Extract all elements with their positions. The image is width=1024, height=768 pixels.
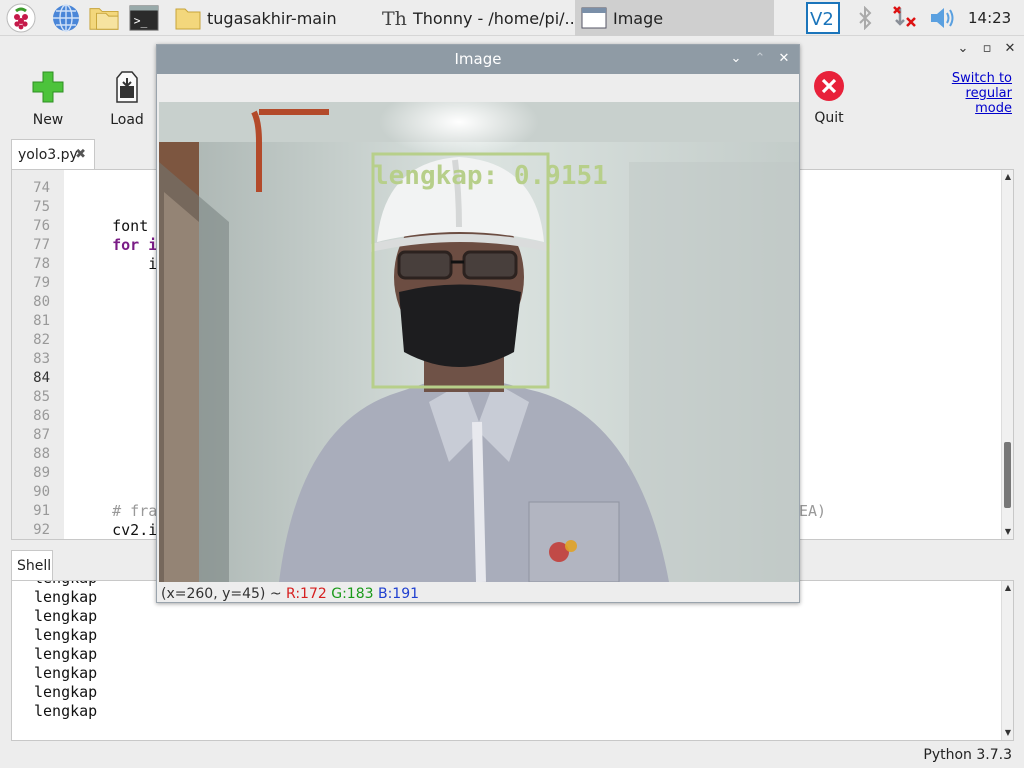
tab-shell[interactable]: Shell [11,550,53,580]
taskbar: >_ tugasakhir-main Th Thonny - /home/pi/… [0,0,1024,36]
shell-line: lengkap [34,683,98,701]
line-gutter: 74 75 76 77 78 79 80 81 82 83 84 85 86 87 88 89 90 91 92 [12,170,64,539]
raspberry-menu-icon[interactable] [6,3,36,33]
scroll-up-icon[interactable]: ▲ [1003,172,1013,182]
line-number: 76 [33,218,50,234]
quit-button[interactable]: Quit [794,70,864,126]
network-disconnected-icon[interactable] [891,3,919,33]
clock: 14:23 [968,9,1012,27]
tab-label: Shell [17,558,52,574]
line-number: 78 [33,256,50,272]
line-number: 82 [33,332,50,348]
shell-line: lengkap [34,645,98,663]
load-label: Load [110,112,144,128]
line-number: 77 [33,237,50,253]
line-number: 87 [33,427,50,443]
comment-tail: EA) [799,502,827,520]
task-label: Image [613,8,664,28]
pixel-b: B:191 [377,586,420,602]
close-tab-icon[interactable]: ✖ [75,147,86,162]
svg-text:Th: Th [382,8,407,30]
line-number: 88 [33,446,50,462]
line-number: 92 [33,522,50,538]
scroll-down-icon[interactable]: ▼ [1003,527,1013,537]
line-number: 85 [33,389,50,405]
svg-text:V2: V2 [810,9,834,30]
line-number: 91 [33,503,50,519]
line-number: 75 [33,199,50,215]
pixel-coords: (x=260, y=45) ~ [161,586,287,602]
quit-icon [814,71,844,101]
new-button[interactable]: New [13,70,83,128]
line-number: 90 [33,484,50,500]
close-icon[interactable]: ✕ [1002,41,1018,57]
code-line: # fra [76,502,158,520]
shell-panel[interactable]: lengkap lengkap lengkap lengkap lengkap lengk… [11,580,1014,741]
task-label: tugasakhir-main [207,8,337,28]
shell-line: lengkap [34,588,98,606]
file-manager-icon[interactable] [89,3,119,33]
scroll-up-icon[interactable]: ▲ [1003,583,1013,593]
vnc-icon[interactable]: V2 [805,2,841,34]
pixel-g: G:183 [331,586,374,602]
code-line: cv2.i [76,521,158,539]
code-line: font [76,217,149,235]
pixel-r: R:172 [286,586,327,602]
task-tugasakhir-main[interactable]: tugasakhir-main [169,0,373,36]
web-browser-icon[interactable] [51,3,81,33]
shell-scrollbar[interactable]: ▲ ▼ [1001,581,1013,740]
svg-text:>_: >_ [134,15,148,28]
line-number: 79 [33,275,50,291]
line-number: 86 [33,408,50,424]
folder-icon [175,8,201,30]
bluetooth-icon[interactable] [852,3,878,33]
scroll-thumb[interactable] [1004,442,1011,508]
code-line: i [76,255,158,273]
task-image[interactable]: Image [575,0,774,36]
thonny-icon: Th [382,8,407,30]
line-number: 80 [33,294,50,310]
code-line: for i [76,236,158,254]
shell-line: lengkap [34,581,97,588]
close-icon[interactable]: ✕ [776,51,792,67]
tab-yolo3[interactable]: yolo3.py ✖ [11,139,95,169]
camera-image: lengkap: 0.9151 [159,102,799,582]
switch-mode-text: Switch to regular mode [951,71,1012,116]
image-window[interactable]: Image ⌄ ⌃ ✕ lengkap: 0.9151 (x=260, y=45… [156,44,800,603]
python-version: Python 3.7.3 [923,747,1012,763]
tab-label: yolo3.py [18,147,78,163]
terminal-icon[interactable]: >_ [129,3,159,33]
line-number: 83 [33,351,50,367]
switch-mode-link[interactable]: Switch to regular mode [940,71,1012,116]
load-icon [116,71,138,103]
minimize-icon[interactable]: ⌄ [728,51,744,67]
scroll-down-icon[interactable]: ▼ [1003,728,1013,738]
task-label: Thonny - /home/pi/... [413,8,575,28]
load-button[interactable]: Load [92,70,162,128]
shell-line: lengkap [34,626,98,644]
shell-line: lengkap [34,664,98,682]
volume-icon[interactable] [928,3,958,33]
plus-icon [32,71,64,103]
camera-frame: lengkap: 0.9151 [159,102,799,582]
maximize-icon[interactable]: ⌃ [752,51,768,67]
shell-line: lengkap [34,702,98,720]
line-number: 74 [33,180,50,196]
minimize-icon[interactable]: ⌄ [955,41,971,57]
quit-label: Quit [814,110,844,126]
window-icon [581,7,607,29]
detection-label: lengkap: 0.9151 [373,161,608,191]
maximize-icon[interactable]: ▫ [979,41,995,57]
new-label: New [32,112,64,128]
line-number: 84 [33,370,50,386]
image-window-titlebar[interactable]: Image ⌄ ⌃ ✕ [157,45,799,74]
editor-scrollbar[interactable]: ▲ ▼ [1001,170,1013,539]
image-window-title: Image [454,50,502,68]
scroll-thumb[interactable] [1004,597,1011,725]
shell-line: lengkap [34,607,98,625]
task-thonny[interactable]: Th Thonny - /home/pi/... [375,0,575,36]
line-number: 89 [33,465,50,481]
pixel-info: (x=260, y=45) ~ R:172 G:183 B:191 [161,586,419,602]
line-number: 81 [33,313,50,329]
